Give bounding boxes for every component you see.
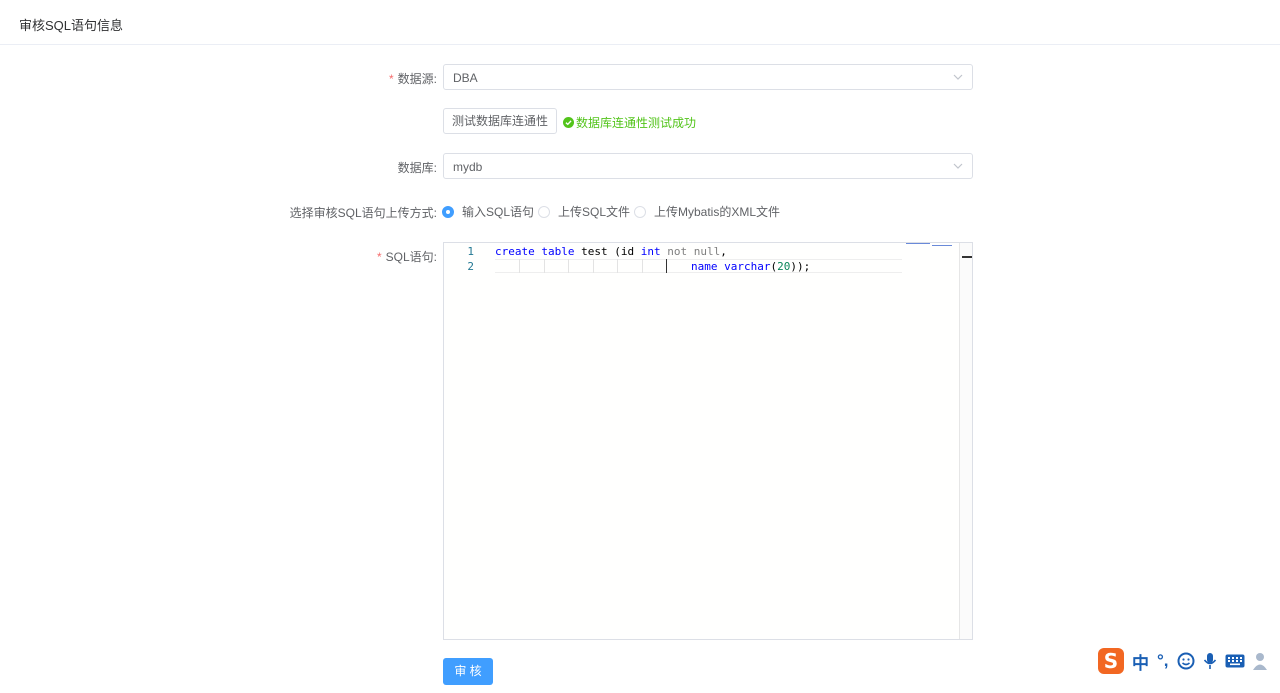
code-line: name varchar(20)); bbox=[691, 260, 811, 273]
keyboard-icon[interactable] bbox=[1225, 654, 1245, 668]
punctuation-toggle[interactable]: °, bbox=[1157, 651, 1169, 671]
text-cursor bbox=[666, 259, 667, 273]
sql-editor[interactable]: 1 2 create table test (id int not null, … bbox=[443, 242, 973, 640]
indent-guide bbox=[617, 259, 618, 273]
radio-label: 上传SQL文件 bbox=[558, 205, 631, 219]
chevron-down-icon bbox=[953, 163, 963, 169]
ime-toolbar[interactable]: S 中 °, bbox=[1098, 645, 1280, 677]
radio-dot bbox=[634, 205, 646, 218]
line-number: 1 bbox=[467, 245, 474, 258]
required-mark: * bbox=[388, 72, 394, 86]
radio-upload-mybatis-xml[interactable]: 上传Mybatis的XML文件 bbox=[634, 203, 780, 220]
database-label: 数据库: bbox=[397, 161, 437, 175]
line-number-gutter: 1 2 bbox=[444, 243, 492, 639]
required-mark: * bbox=[376, 250, 382, 264]
radio-upload-sql-file[interactable]: 上传SQL文件 bbox=[538, 203, 630, 220]
upload-mode-label: 选择审核SQL语句上传方式: bbox=[289, 206, 437, 220]
sql-label: * SQL语句: bbox=[376, 250, 437, 264]
radio-label: 输入SQL语句 bbox=[462, 205, 535, 219]
radio-label: 上传Mybatis的XML文件 bbox=[654, 205, 781, 219]
radio-dot bbox=[442, 205, 454, 218]
user-icon[interactable] bbox=[1252, 652, 1267, 670]
datasource-select[interactable]: DBA bbox=[443, 64, 973, 90]
page-title: 审核SQL语句信息 bbox=[19, 18, 124, 33]
vertical-scrollbar[interactable] bbox=[959, 243, 972, 639]
indent-guide bbox=[544, 259, 545, 273]
cursor-position-marker bbox=[962, 256, 972, 258]
database-select[interactable]: mydb bbox=[443, 153, 973, 179]
page-header: 审核SQL语句信息 bbox=[0, 0, 1280, 45]
indent-guide bbox=[593, 259, 594, 273]
test-success-message: 数据库连通性测试成功 bbox=[563, 114, 696, 131]
lang-toggle[interactable]: 中 bbox=[1132, 649, 1149, 674]
test-success-text: 数据库连通性测试成功 bbox=[576, 116, 697, 130]
chevron-down-icon bbox=[953, 74, 963, 80]
smiley-icon[interactable] bbox=[1177, 652, 1195, 670]
database-value: mydb bbox=[453, 160, 483, 174]
sogou-logo-icon[interactable]: S bbox=[1098, 648, 1124, 674]
code-line: create table test (id int not null, bbox=[495, 245, 727, 258]
indent-guide bbox=[519, 259, 520, 273]
line-number: 2 bbox=[467, 260, 474, 273]
datasource-value: DBA bbox=[453, 71, 478, 85]
check-circle-icon bbox=[563, 117, 574, 128]
datasource-label: * 数据源: bbox=[388, 72, 437, 86]
radio-dot bbox=[538, 205, 550, 218]
radio-input-sql[interactable]: 输入SQL语句 bbox=[442, 203, 534, 220]
indent-guide bbox=[568, 259, 569, 273]
minimap[interactable] bbox=[906, 243, 958, 246]
indent-guide bbox=[642, 259, 643, 273]
microphone-icon[interactable] bbox=[1203, 652, 1217, 670]
test-connection-button[interactable]: 测试数据库连通性 bbox=[443, 108, 557, 134]
submit-audit-button[interactable]: 审 核 bbox=[443, 658, 493, 685]
